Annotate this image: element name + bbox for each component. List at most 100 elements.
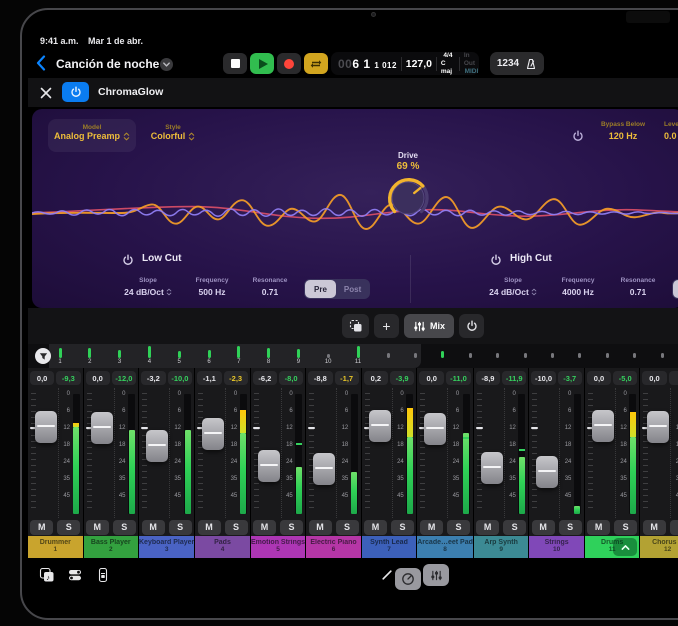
mute-button[interactable]: M bbox=[643, 520, 666, 535]
volume-fader[interactable] bbox=[91, 412, 113, 444]
channel-volume-value[interactable]: 0,0 bbox=[642, 371, 666, 385]
style-selector[interactable]: Style Colorful bbox=[140, 119, 206, 152]
channel-peak-value[interactable]: -11,0 bbox=[446, 371, 471, 385]
mute-button[interactable]: M bbox=[30, 520, 53, 535]
volume-fader[interactable] bbox=[35, 411, 57, 443]
pan-ruler[interactable] bbox=[477, 393, 482, 510]
channel-volume-value[interactable]: 0,0 bbox=[419, 371, 444, 385]
overview-meter[interactable] bbox=[599, 346, 615, 365]
channel-peak-value[interactable]: -8,0 bbox=[279, 371, 303, 385]
drive-knob[interactable] bbox=[386, 176, 430, 220]
fader-view-button[interactable] bbox=[93, 565, 113, 585]
overview-meter[interactable] bbox=[490, 346, 506, 365]
overview-meter[interactable]: 11 bbox=[350, 346, 366, 365]
mute-button[interactable]: M bbox=[476, 520, 499, 535]
volume-fader[interactable] bbox=[592, 410, 614, 442]
volume-fader[interactable] bbox=[481, 452, 503, 484]
loop-browser-button[interactable] bbox=[37, 565, 57, 585]
solo-button[interactable]: S bbox=[670, 520, 678, 535]
mixer-view-button[interactable] bbox=[423, 564, 449, 586]
collapse-chevron-button[interactable] bbox=[613, 538, 637, 556]
solo-button[interactable]: S bbox=[57, 520, 80, 535]
channel-volume-value[interactable]: 0,0 bbox=[86, 371, 110, 385]
pre-button[interactable]: Pre bbox=[673, 280, 678, 298]
play-button[interactable] bbox=[250, 53, 274, 74]
pan-ruler[interactable] bbox=[643, 393, 648, 510]
track-name-block[interactable]: Arp Synth 9 bbox=[474, 536, 529, 558]
track-name-block[interactable]: Keyboard Player 3 bbox=[139, 536, 194, 558]
solo-button[interactable]: S bbox=[391, 520, 414, 535]
low-cut-frequency[interactable]: Frequency 500 Hz bbox=[184, 277, 240, 297]
track-name-block[interactable]: Electric Piano 6 bbox=[306, 536, 361, 558]
back-chevron-icon[interactable] bbox=[36, 55, 52, 73]
controls-view-button[interactable] bbox=[395, 568, 421, 590]
channel-volume-value[interactable]: 0,0 bbox=[587, 371, 611, 385]
overview-meter[interactable] bbox=[544, 346, 560, 365]
channel-volume-value[interactable]: 0,0 bbox=[30, 371, 54, 385]
overview-meter[interactable] bbox=[572, 346, 588, 365]
model-selector[interactable]: Model Analog Preamp bbox=[48, 119, 136, 152]
volume-fader[interactable] bbox=[146, 430, 168, 462]
pan-ruler[interactable] bbox=[309, 393, 314, 510]
track-name-block[interactable]: Bass Player 2 bbox=[84, 536, 139, 558]
overview-meter[interactable]: 9 bbox=[290, 346, 306, 365]
track-name-block[interactable]: Arcade…eet Pad 8 bbox=[417, 536, 473, 558]
solo-button[interactable]: S bbox=[447, 520, 470, 535]
channel-peak-value[interactable]: -2,3 bbox=[224, 371, 248, 385]
mute-button[interactable]: M bbox=[364, 520, 387, 535]
overview-meter[interactable] bbox=[627, 346, 643, 365]
solo-button[interactable]: S bbox=[169, 520, 192, 535]
channel-volume-value[interactable]: 0,2 bbox=[364, 371, 388, 385]
solo-button[interactable]: S bbox=[559, 520, 582, 535]
plugins-button[interactable] bbox=[65, 565, 85, 585]
channel-peak-value[interactable]: -9,3 bbox=[56, 371, 80, 385]
mute-button[interactable]: M bbox=[309, 520, 332, 535]
pan-ruler[interactable] bbox=[31, 393, 36, 510]
channel-volume-value[interactable]: -8,8 bbox=[308, 371, 332, 385]
level-control[interactable]: Level 0.0 bbox=[664, 121, 678, 141]
overview-meter[interactable] bbox=[407, 346, 423, 365]
solo-button[interactable]: S bbox=[113, 520, 136, 535]
channel-peak-value[interactable]: -11,9 bbox=[502, 371, 526, 385]
track-name-block[interactable]: Drummer 1 bbox=[28, 536, 83, 558]
channel-peak-value[interactable] bbox=[669, 371, 678, 385]
mute-button[interactable]: M bbox=[587, 520, 610, 535]
mute-button[interactable]: M bbox=[142, 520, 165, 535]
channel-volume-value[interactable]: -3,2 bbox=[141, 371, 166, 385]
overview-meter[interactable]: 3 bbox=[112, 346, 128, 365]
mute-button[interactable]: M bbox=[198, 520, 221, 535]
high-cut-resonance[interactable]: Resonance 0.71 bbox=[612, 277, 664, 297]
plugin-power-button[interactable] bbox=[62, 82, 89, 102]
volume-fader[interactable] bbox=[647, 411, 669, 443]
mute-button[interactable]: M bbox=[253, 520, 276, 535]
volume-fader[interactable] bbox=[313, 453, 335, 485]
channel-peak-value[interactable]: -1,7 bbox=[335, 371, 359, 385]
volume-fader[interactable] bbox=[424, 413, 446, 445]
song-menu-chevron-icon[interactable] bbox=[160, 58, 173, 71]
stop-button[interactable] bbox=[223, 53, 247, 74]
pan-ruler[interactable] bbox=[87, 393, 92, 510]
volume-fader[interactable] bbox=[536, 456, 558, 488]
post-button[interactable]: Post bbox=[336, 280, 369, 298]
channel-peak-value[interactable]: -12,0 bbox=[112, 371, 136, 385]
mute-button[interactable]: M bbox=[86, 520, 109, 535]
count-in-pill[interactable]: 1234 bbox=[490, 52, 544, 75]
track-name-block[interactable]: Drums 11 bbox=[585, 536, 640, 558]
solo-button[interactable]: S bbox=[280, 520, 303, 535]
track-name-block[interactable]: Chorus V 12 bbox=[640, 536, 678, 558]
mute-button[interactable]: M bbox=[532, 520, 555, 535]
channel-volume-value[interactable]: -1,1 bbox=[197, 371, 221, 385]
track-name-block[interactable]: Pads 4 bbox=[195, 536, 250, 558]
lcd-display[interactable]: 006 1 1 012 127,0 4/4C maj In OutMIDI bbox=[331, 52, 479, 75]
solo-button[interactable]: S bbox=[336, 520, 359, 535]
add-plugin-button[interactable]: + bbox=[374, 314, 399, 338]
bypass-below-control[interactable]: Bypass Below 120 Hz bbox=[590, 121, 656, 141]
pan-ruler[interactable] bbox=[532, 393, 537, 510]
overview-meter[interactable]: 7 bbox=[231, 346, 247, 365]
close-icon[interactable] bbox=[40, 86, 52, 98]
channel-peak-value[interactable]: -3,7 bbox=[558, 371, 582, 385]
overview-meter[interactable]: 6 bbox=[201, 346, 217, 365]
channel-peak-value[interactable]: -3,9 bbox=[390, 371, 414, 385]
solo-button[interactable]: S bbox=[614, 520, 637, 535]
track-name-block[interactable]: Synth Lead 7 bbox=[362, 536, 417, 558]
